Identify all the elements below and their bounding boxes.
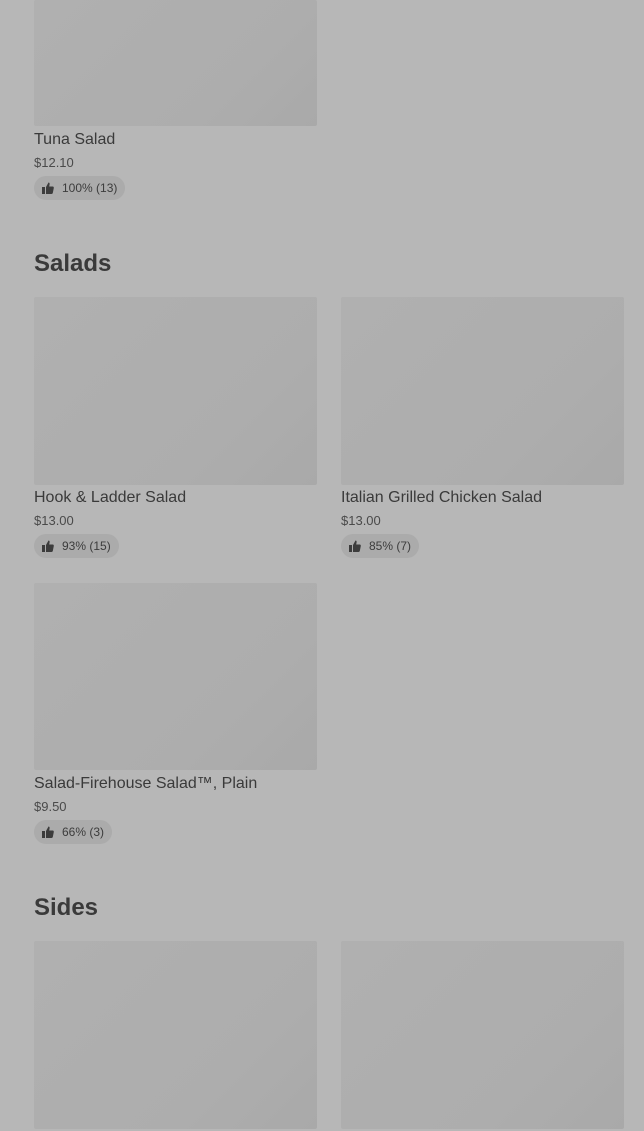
- item-name: Tuna Salad: [34, 131, 116, 148]
- item-price: $13.00: [341, 513, 381, 528]
- section-title-sides: Sides: [34, 894, 99, 921]
- item-price: $12.10: [34, 155, 74, 170]
- item-name: Italian Grilled Chicken Salad: [341, 489, 542, 506]
- item-image-placeholder: [34, 0, 317, 126]
- item-name: Hook & Ladder Salad: [34, 489, 187, 506]
- rating-badge: 93% (15): [34, 534, 119, 558]
- item-name: Salad-Firehouse Salad™, Plain: [34, 775, 258, 792]
- item-image-placeholder: [34, 297, 317, 485]
- rating-text: 100% (13): [62, 181, 118, 195]
- thumbs-up-icon: [349, 540, 361, 552]
- item-image-placeholder: [341, 941, 624, 1129]
- section-title-salads: Salads: [34, 250, 112, 277]
- item-image-placeholder: [341, 297, 624, 485]
- menu-item-card-firehouse-salad-plain[interactable]: Salad-Firehouse Salad™, Plain $9.50 66% …: [34, 583, 317, 847]
- menu-item-card-side-1[interactable]: [34, 941, 317, 1131]
- menu-item-card-tuna-salad[interactable]: Tuna Salad $12.10 100% (13): [34, 0, 317, 202]
- item-image-placeholder: [34, 583, 317, 770]
- rating-text: 85% (7): [369, 539, 412, 553]
- thumbs-up-icon: [42, 182, 54, 194]
- item-price: $9.50: [34, 799, 67, 814]
- rating-badge: 85% (7): [341, 534, 420, 558]
- rating-text: 93% (15): [62, 539, 111, 553]
- item-image-placeholder: [34, 941, 317, 1129]
- menu-item-card-hook-ladder-salad[interactable]: Hook & Ladder Salad $13.00 93% (15): [34, 297, 317, 561]
- menu-item-card-italian-grilled-chicken-salad[interactable]: Italian Grilled Chicken Salad $13.00 85%…: [341, 297, 624, 561]
- item-price: $13.00: [34, 513, 74, 528]
- rating-badge: 100% (13): [34, 176, 126, 200]
- thumbs-up-icon: [42, 540, 54, 552]
- thumbs-up-icon: [42, 826, 54, 838]
- menu-item-card-side-2[interactable]: [341, 941, 624, 1131]
- rating-text: 66% (3): [62, 825, 105, 839]
- rating-badge: 66% (3): [34, 820, 113, 844]
